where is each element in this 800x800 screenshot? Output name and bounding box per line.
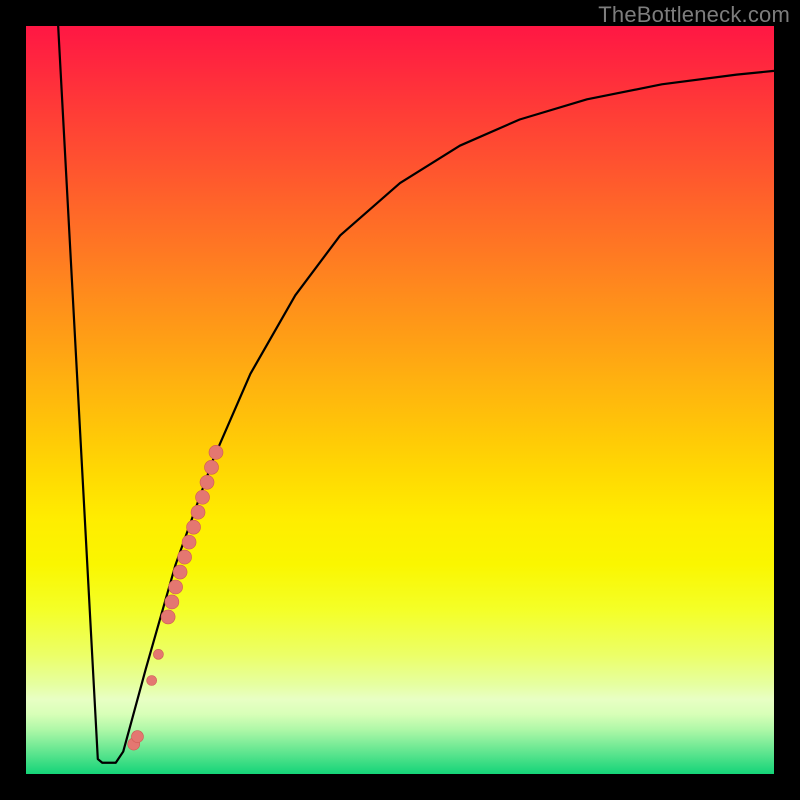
- chart-svg: [26, 26, 774, 774]
- data-marker: [205, 460, 219, 474]
- data-marker: [169, 580, 183, 594]
- watermark-text: TheBottleneck.com: [598, 2, 790, 28]
- data-marker: [182, 535, 196, 549]
- data-marker: [161, 610, 175, 624]
- data-marker: [200, 475, 214, 489]
- data-marker: [191, 505, 205, 519]
- data-marker: [131, 731, 143, 743]
- data-marker: [165, 595, 179, 609]
- data-marker: [153, 649, 163, 659]
- plot-area: [26, 26, 774, 774]
- bottleneck-curve: [58, 26, 774, 763]
- data-marker: [196, 490, 210, 504]
- data-marker: [187, 520, 201, 534]
- data-markers: [128, 445, 223, 750]
- data-marker: [178, 550, 192, 564]
- chart-frame: TheBottleneck.com: [0, 0, 800, 800]
- data-marker: [147, 676, 157, 686]
- data-marker: [173, 565, 187, 579]
- data-marker: [209, 445, 223, 459]
